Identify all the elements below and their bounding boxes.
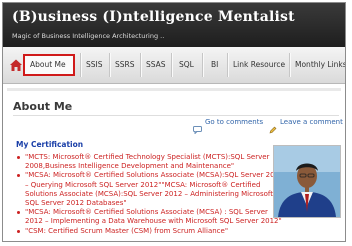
certification-list: "MCTS: Microsoft® Certified Technology S… bbox=[17, 153, 285, 236]
nav-item-ssis[interactable]: SSIS bbox=[86, 58, 103, 72]
certification-item: "CSM: Certified Scrum Master (CSM) from … bbox=[17, 227, 285, 236]
nav-item-about-me[interactable]: About Me bbox=[30, 58, 66, 72]
nav-divider bbox=[202, 53, 203, 77]
home-icon[interactable] bbox=[9, 57, 23, 71]
nav-divider bbox=[109, 53, 110, 77]
bullet-icon bbox=[17, 156, 20, 159]
title-divider bbox=[13, 115, 339, 116]
nav-divider bbox=[80, 53, 81, 77]
nav-divider bbox=[289, 53, 290, 77]
main-content: About Me Go to comments Leave a comment … bbox=[3, 84, 345, 241]
pencil-icon[interactable] bbox=[269, 119, 277, 138]
bullet-icon bbox=[17, 229, 20, 233]
site-tagline: Magic of Business Intelligence Architect… bbox=[12, 32, 165, 40]
leave-a-comment-link[interactable]: Leave a comment bbox=[280, 118, 343, 126]
certification-item: "MCSA: Microsoft® Certified Solutions As… bbox=[17, 208, 285, 226]
certification-text: "CSM: Certified Scrum Master (CSM) from … bbox=[25, 226, 229, 235]
nav-item-monthly-links[interactable]: Monthly Links bbox=[295, 58, 345, 72]
certification-item: "MCSA: Microsoft® Certified Solutions As… bbox=[17, 171, 285, 208]
nav-divider bbox=[227, 53, 228, 77]
browser-frame: (B)usiness (I)ntelligence Mentalist Magi… bbox=[2, 2, 346, 242]
main-nav: About Me SSIS SSRS SSAS SQL BI Link Reso… bbox=[3, 47, 345, 84]
bullet-icon bbox=[17, 211, 20, 215]
page-title: About Me bbox=[13, 100, 73, 113]
comments-icon[interactable] bbox=[193, 119, 202, 138]
bullet-icon bbox=[17, 174, 20, 178]
nav-item-ssrs[interactable]: SSRS bbox=[115, 58, 135, 72]
nav-divider bbox=[171, 53, 172, 77]
certification-text: "MCTS: Microsoft® Certified Technology S… bbox=[25, 153, 270, 171]
site-title[interactable]: (B)usiness (I)ntelligence Mentalist bbox=[12, 9, 295, 25]
content-top-bar bbox=[7, 88, 341, 91]
go-to-comments-link[interactable]: Go to comments bbox=[205, 118, 263, 126]
nav-divider bbox=[140, 53, 141, 77]
nav-item-ssas[interactable]: SSAS bbox=[146, 58, 166, 72]
section-heading-certification: My Certification bbox=[16, 140, 84, 149]
certification-item: "MCTS: Microsoft® Certified Technology S… bbox=[17, 153, 285, 171]
site-header: (B)usiness (I)ntelligence Mentalist Magi… bbox=[3, 3, 345, 47]
profile-photo bbox=[273, 145, 341, 218]
certification-text: "MCSA: Microsoft® Certified Solutions As… bbox=[25, 208, 282, 226]
certification-text: "MCSA: Microsoft® Certified Solutions As… bbox=[25, 171, 284, 208]
nav-item-link-resource[interactable]: Link Resource bbox=[233, 58, 285, 72]
nav-item-bi[interactable]: BI bbox=[211, 58, 218, 72]
nav-item-sql[interactable]: SQL bbox=[179, 58, 194, 72]
